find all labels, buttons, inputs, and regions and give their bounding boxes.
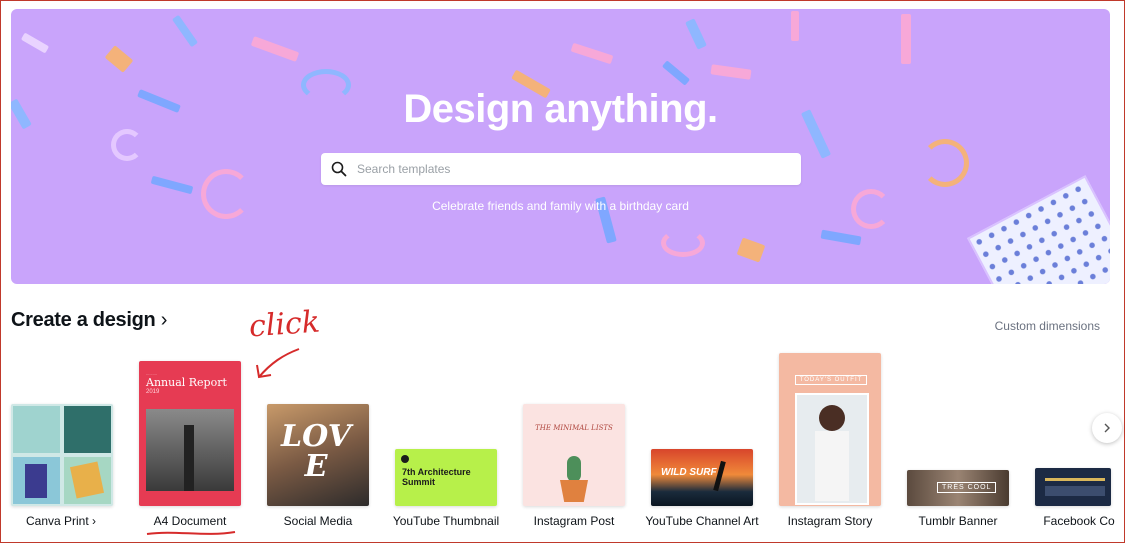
confetti-ring-decoration [111,129,143,161]
custom-dimensions-link[interactable]: Custom dimensions [995,319,1100,333]
design-tile-label: A4 Document [153,514,227,528]
confetti-decoration [104,45,134,73]
confetti-decoration [685,18,707,50]
confetti-decoration [901,14,911,64]
confetti-decoration [710,64,752,80]
canva-print-thumbnail [11,404,113,506]
confetti-decoration [250,36,300,62]
section-title-text: Create a design [11,309,156,331]
chevron-right-icon [1104,423,1110,433]
design-tile-label: YouTube Thumbnail [392,514,500,528]
design-tile-label: Instagram Story [787,514,873,528]
chevron-right-icon: › [92,514,97,528]
youtube-channel-art-thumbnail: WILD SURF [651,449,753,506]
search-input[interactable] [355,161,801,177]
instagram-post-thumbnail: THE MINIMAL LISTS [523,404,625,506]
chevron-right-icon: › [160,309,168,331]
annotation-arrow-icon [256,348,300,379]
design-tile-label: YouTube Channel Art [645,514,759,528]
design-tile-label: Facebook Co [1043,514,1115,528]
social-media-thumbnail: LOVE [267,404,369,506]
confetti-ring-decoration [661,229,705,257]
hero-subtitle-link[interactable]: Celebrate friends and family with a birt… [11,199,1110,213]
youtube-thumbnail-thumbnail: 7th Architecture Summit [395,449,497,506]
confetti-decoration [736,237,766,263]
a4-document-thumbnail: .......... Annual Report 2019 [139,361,241,506]
annotation-click-text: click [247,304,322,345]
hero-banner: Design anything. Celebrate friends and f… [11,9,1110,284]
facebook-cover-thumbnail [1035,468,1111,506]
search-icon [331,161,347,177]
design-tile-label: Social Media [283,514,353,528]
search-bar[interactable] [321,153,801,185]
confetti-decoration [820,229,862,246]
design-tile-label: Canva Print › [25,514,97,528]
confetti-decoration [150,175,194,195]
confetti-decoration [791,11,799,41]
tumblr-banner-thumbnail: TRÈS COOL [907,470,1009,506]
hero-title: Design anything. [403,87,718,131]
confetti-ring-decoration [921,139,969,187]
annotation-underline [146,531,236,535]
confetti-decoration [20,32,50,54]
confetti-decoration [570,42,614,65]
confetti-decoration [661,60,691,86]
gift-box-decoration [967,175,1110,284]
design-tile-label: Tumblr Banner [918,514,998,528]
create-a-design-heading[interactable]: Create a design › [11,309,167,332]
carousel-next-button[interactable] [1092,413,1122,443]
instagram-story-thumbnail: TODAY'S OUTFIT [779,353,881,506]
design-tile-label: Instagram Post [533,514,615,528]
confetti-decoration [171,14,199,48]
